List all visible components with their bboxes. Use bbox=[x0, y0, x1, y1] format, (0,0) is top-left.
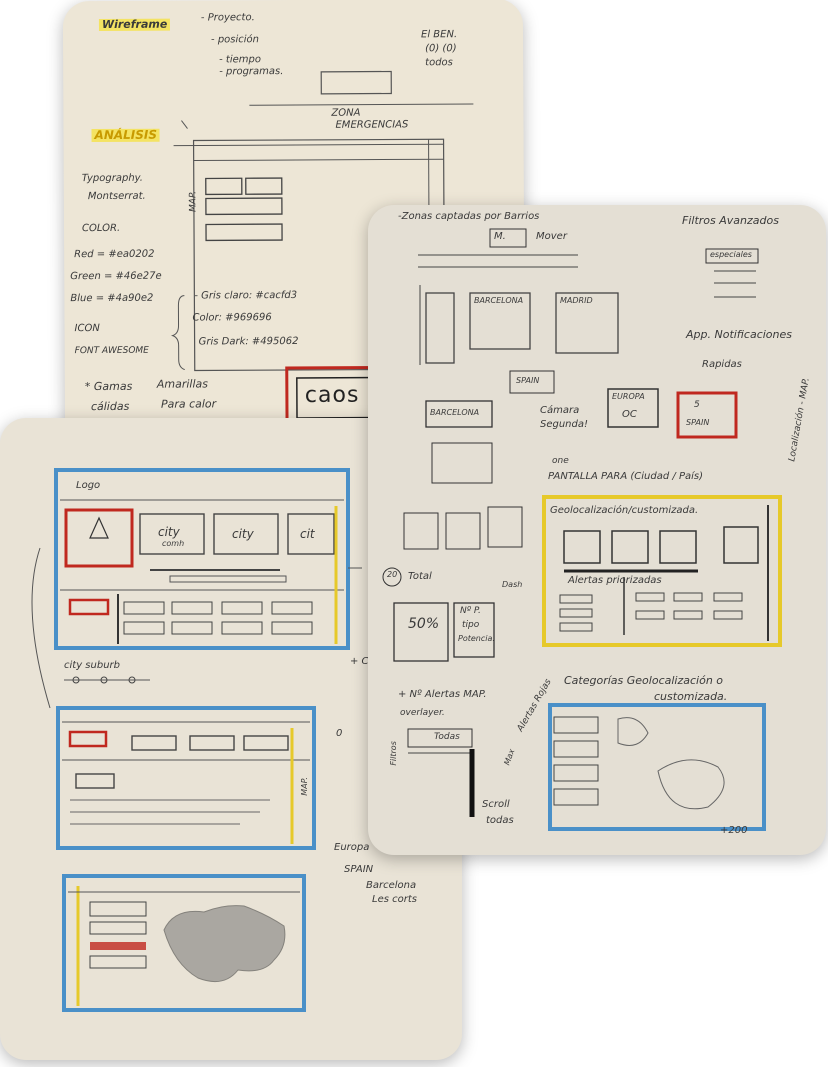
grey-dark: Gris Dark: #495062 bbox=[198, 335, 299, 348]
typography-font: Montserrat. bbox=[87, 190, 146, 203]
city-card-sub: comh bbox=[162, 539, 185, 548]
typography-label: Typography. bbox=[81, 172, 144, 185]
color-blue: Blue = #4a90e2 bbox=[70, 292, 154, 305]
camara-label-2: Segunda! bbox=[540, 419, 589, 430]
overlayer-label: overlayer. bbox=[400, 708, 445, 718]
barcelona-card: BARCELONA bbox=[474, 296, 524, 305]
categorias-1: Categorías Geolocalización o bbox=[564, 674, 724, 687]
map-label-top: MAP. bbox=[188, 190, 199, 212]
europa-label: EUROPA bbox=[612, 392, 645, 401]
grey-light: - Gris claro: #cacfd3 bbox=[194, 289, 298, 302]
total-label: Total bbox=[408, 571, 432, 582]
zones-label-1: ZONA bbox=[331, 107, 361, 119]
np-box-3: Potencia. bbox=[458, 634, 495, 643]
zero-label: 0 bbox=[336, 728, 343, 739]
city-card-1: city bbox=[158, 525, 180, 539]
gamas-note-2: Amarillas bbox=[156, 377, 209, 391]
scroll-label-1: Scroll bbox=[482, 799, 510, 810]
analysis-title: ANÁLISIS bbox=[91, 128, 161, 143]
scroll-label-2: todas bbox=[486, 815, 514, 826]
zones-label-2: EMERGENCIAS bbox=[335, 119, 409, 131]
corner-note-1: El BEN. bbox=[420, 29, 458, 41]
icon-font: FONT AWESOME bbox=[74, 345, 149, 357]
spain-red-label: SPAIN bbox=[686, 418, 710, 427]
map-label-left: MAP. bbox=[299, 777, 309, 796]
barcelona-box: BARCELONA bbox=[430, 408, 480, 417]
sheet-right-sketch-lines bbox=[382, 228, 782, 831]
spain-red-num: 5 bbox=[694, 400, 700, 410]
corner-note-2: (0) (0) bbox=[425, 43, 457, 55]
geo-title: Geolocalización/customizada. bbox=[550, 505, 699, 516]
sketch-sheet-right: -Zonas captadas por Barrios M. Mover Fil… bbox=[368, 205, 826, 855]
project-note-4: - programas. bbox=[219, 66, 284, 78]
filters-title: Filtros Avanzados bbox=[682, 214, 779, 227]
filters-item: especiales bbox=[710, 250, 752, 259]
color-label: COLOR. bbox=[81, 222, 121, 235]
total-number: 20 bbox=[387, 570, 398, 579]
project-note-2: - posición bbox=[211, 34, 260, 46]
categorias-2: customizada. bbox=[654, 690, 728, 703]
plus-c-label: + C bbox=[350, 656, 369, 667]
grey-mid: Color: #969696 bbox=[192, 312, 272, 324]
filtros-side-label: Filtros bbox=[388, 741, 398, 766]
todas-label: Todas bbox=[434, 732, 460, 742]
pantalla-note-1: one bbox=[552, 456, 569, 466]
wireframe-title: Wireframe bbox=[98, 18, 171, 32]
europe-tree-4: Les corts bbox=[372, 894, 417, 905]
np-box-1: Nº P. bbox=[460, 606, 481, 616]
gamas-note-4: Para calor bbox=[160, 397, 217, 411]
pantalla-note-2: PANTALLA PARA (Ciudad / País) bbox=[548, 471, 703, 482]
corner-note-3: todos bbox=[425, 57, 453, 69]
project-note-1: - Proyecto. bbox=[200, 12, 255, 24]
gamas-note-3: cálidas bbox=[90, 399, 130, 414]
dash-label: Dash bbox=[502, 580, 523, 589]
plus-200-label: +200 bbox=[720, 825, 748, 836]
color-red: Red = #ea0202 bbox=[74, 248, 155, 261]
spain-label: SPAIN bbox=[516, 376, 540, 385]
project-note-3: - tiempo bbox=[219, 54, 262, 66]
city-card-2: city bbox=[232, 527, 254, 541]
move-short-label: M. bbox=[494, 231, 506, 242]
gamas-note-1: * Gamas bbox=[84, 379, 133, 394]
percent-value: 50% bbox=[408, 616, 440, 632]
logo-label: Logo bbox=[76, 480, 101, 491]
europe-tree-3: Barcelona bbox=[366, 880, 417, 891]
alertas-priorizadas: Alertas priorizadas bbox=[568, 575, 662, 586]
madrid-card: MADRID bbox=[560, 296, 593, 305]
europe-tree-1: Europa bbox=[334, 842, 370, 853]
icon-label: ICON bbox=[74, 323, 100, 335]
city-card-3: cit bbox=[300, 527, 315, 541]
caos-label: caos bbox=[304, 382, 360, 408]
color-green: Green = #46e27e bbox=[70, 270, 162, 283]
rapidas-label: Rapidas bbox=[702, 359, 742, 370]
europa-sub: OC bbox=[622, 409, 637, 420]
app-notice: App. Notificaciones bbox=[686, 328, 793, 341]
zones-heading: -Zonas captadas por Barrios bbox=[398, 211, 540, 222]
slider-label: city suburb bbox=[64, 660, 120, 671]
alertas-map-note: + Nº Alertas MAP. bbox=[398, 689, 487, 700]
move-label: Mover bbox=[536, 231, 567, 242]
camara-label-1: Cámara bbox=[540, 405, 580, 416]
europe-tree-2: SPAIN bbox=[344, 864, 374, 875]
np-box-2: tipo bbox=[462, 620, 480, 630]
